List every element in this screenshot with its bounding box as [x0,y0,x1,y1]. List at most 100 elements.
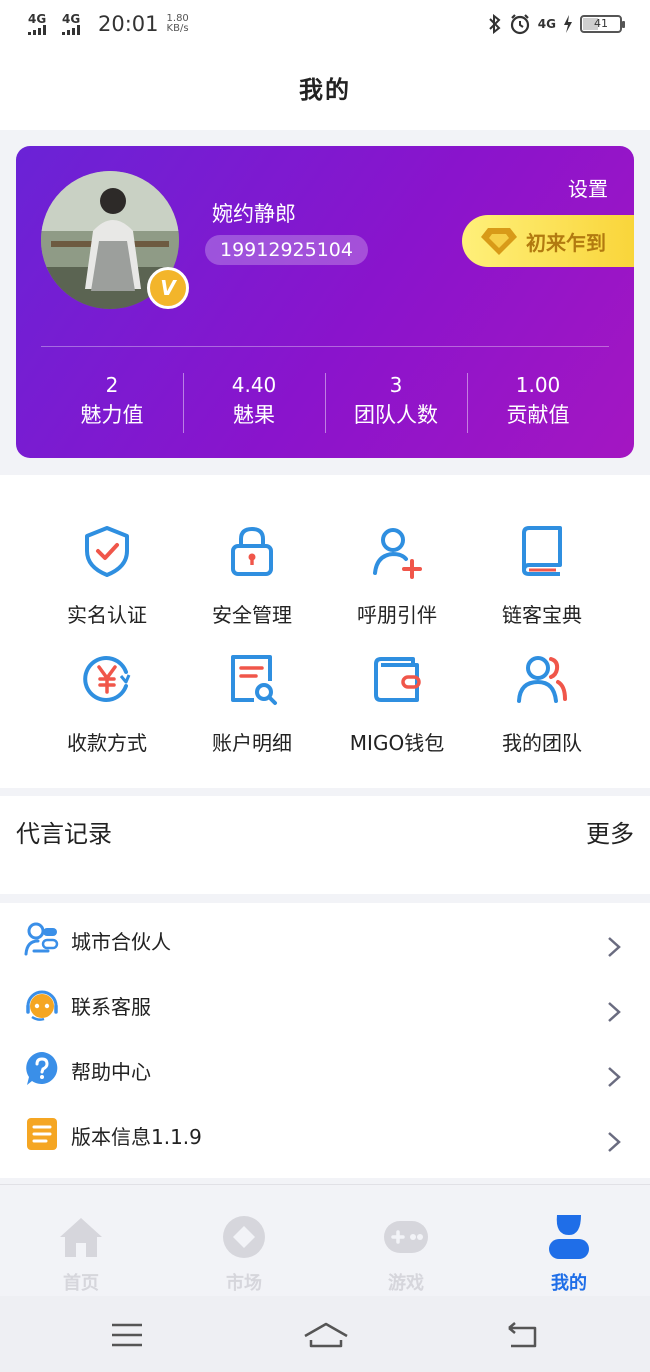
profile-icon [549,1215,589,1259]
signal-indicator-1: 4G [28,13,56,35]
settings-list: 城市合伙人 联系客服 帮助中心 版本信息1.1.9 [0,903,650,1178]
game-icon [384,1221,428,1253]
tab-market[interactable]: 市场 [194,1215,294,1295]
stat-value: 4.40 [231,373,277,397]
market-icon [223,1216,265,1258]
vip-badge: V [147,267,189,309]
page-header: 我的 [0,50,650,130]
chevron-right-icon [608,1132,621,1152]
tab-home[interactable]: 首页 [31,1215,131,1295]
grid-item-label: 链客宝典 [502,603,582,627]
page-title: 我的 [299,75,351,104]
stat-label: 魅果 [233,403,275,427]
home-nav-icon[interactable] [303,1320,349,1350]
grid-item-label: 安全管理 [212,603,292,627]
chevron-right-icon [608,1067,621,1087]
clock: 20:01 [98,12,159,36]
list-item-label: 版本信息1.1.9 [71,1125,202,1149]
stat-label: 贡献值 [506,403,570,427]
tab-label: 市场 [226,1273,262,1294]
list-item-customer-service[interactable]: 联系客服 [0,971,650,1036]
signal-indicator-2: 4G [62,13,90,35]
wallet-icon [374,657,421,702]
grid-item-label: 呼朋引伴 [357,603,437,627]
stat-value: 3 [389,373,403,397]
network-type: 4G [537,17,556,31]
grid-item-payment[interactable]: 收款方式 [27,651,187,756]
list-item-version-info[interactable]: 版本信息1.1.9 [0,1101,650,1166]
stat-label: 团队人数 [354,403,438,427]
shield-check-icon [85,526,129,577]
list-item-label: 帮助中心 [71,1060,151,1084]
lock-icon [231,526,273,576]
tab-label: 首页 [63,1273,99,1294]
yen-icon [83,656,131,702]
stat-value: 1.00 [515,373,561,397]
tab-games[interactable]: 游戏 [356,1215,456,1295]
status-right: 4G 41 [488,13,625,35]
signal-label-2: 4G [62,12,81,26]
bottom-tab-bar: 首页 市场 游戏 我的 [0,1184,650,1296]
grid-item-my-team[interactable]: 我的团队 [462,651,622,756]
stats-row: 2 魅力值 4.40 魅果 3 团队人数 1.00 贡献值 [41,371,609,435]
card-divider [41,346,609,347]
level-badge-button[interactable]: 初来乍到 [462,215,634,267]
profile-card: V 婉约静郎 19912925104 设置 初来乍到 2 魅力值 4.40 魅果… [16,146,634,458]
speed-unit: KB/s [166,23,189,34]
stat-charm[interactable]: 2 魅力值 [41,371,183,435]
partner-icon [24,922,59,956]
menu-icon[interactable] [107,1320,147,1350]
grid-item-label: 收款方式 [67,731,147,755]
add-user-icon [373,528,422,579]
diamond-icon [481,228,517,255]
stat-fruit[interactable]: 4.40 魅果 [183,371,325,435]
grid-item-real-name[interactable]: 实名认证 [27,523,187,628]
back-icon[interactable] [503,1320,543,1350]
version-icon [27,1118,57,1150]
signal-bars-icon [28,25,46,35]
grid-item-label: 实名认证 [67,603,147,627]
level-label: 初来乍到 [526,230,606,255]
grid-item-guide[interactable]: 链客宝典 [462,523,622,628]
grid-item-label: MIGO钱包 [349,731,445,755]
bluetooth-icon [489,14,501,34]
team-icon [517,656,567,703]
settings-link[interactable]: 设置 [568,173,608,202]
signal-label-1: 4G [28,12,47,26]
grid-item-security[interactable]: 安全管理 [172,523,332,628]
grid-item-label: 账户明细 [212,731,292,755]
tab-me[interactable]: 我的 [519,1215,619,1295]
status-bar: 4G 4G 20:01 1.80 KB/s 4G 41 [0,0,650,50]
chevron-right-icon [608,1002,621,1022]
grid-item-label: 我的团队 [502,731,582,755]
grid-item-invite[interactable]: 呼朋引伴 [317,523,477,628]
tab-label: 游戏 [388,1273,424,1294]
stat-team-size[interactable]: 3 团队人数 [325,371,467,435]
help-icon [26,1052,58,1085]
stat-value: 2 [105,373,119,397]
tab-bar-inner: 首页 市场 游戏 我的 [0,1193,650,1295]
alarm-icon [510,14,529,35]
more-link[interactable]: 更多 [586,814,634,849]
list-item-label: 联系客服 [71,995,151,1019]
tab-label: 我的 [551,1273,587,1294]
list-item-help-center[interactable]: 帮助中心 [0,1036,650,1101]
battery-level: 41 [594,17,608,30]
phone-number: 19912925104 [205,235,368,265]
system-navigation-bar [0,1296,650,1372]
stat-label: 魅力值 [80,403,144,427]
username: 婉约静郎 [212,202,296,226]
section-title: 代言记录 [16,820,112,848]
list-item-label: 城市合伙人 [71,930,171,954]
stat-contribution[interactable]: 1.00 贡献值 [467,371,609,435]
home-icon [60,1218,102,1257]
document-search-icon [231,655,277,705]
endorsement-records-section: 代言记录 更多 [0,796,650,894]
battery-indicator: 41 [580,15,625,33]
status-left: 4G 4G 20:01 1.80 KB/s [28,12,189,36]
feature-grid: 实名认证 安全管理 呼朋引伴 链客宝典 收款方式 账户明细 MIGO钱包 我的团… [0,475,650,788]
signal-bars-icon [62,25,80,35]
grid-item-wallet[interactable]: MIGO钱包 [317,651,477,756]
grid-item-account-details[interactable]: 账户明细 [172,651,332,756]
list-item-city-partner[interactable]: 城市合伙人 [0,906,650,971]
